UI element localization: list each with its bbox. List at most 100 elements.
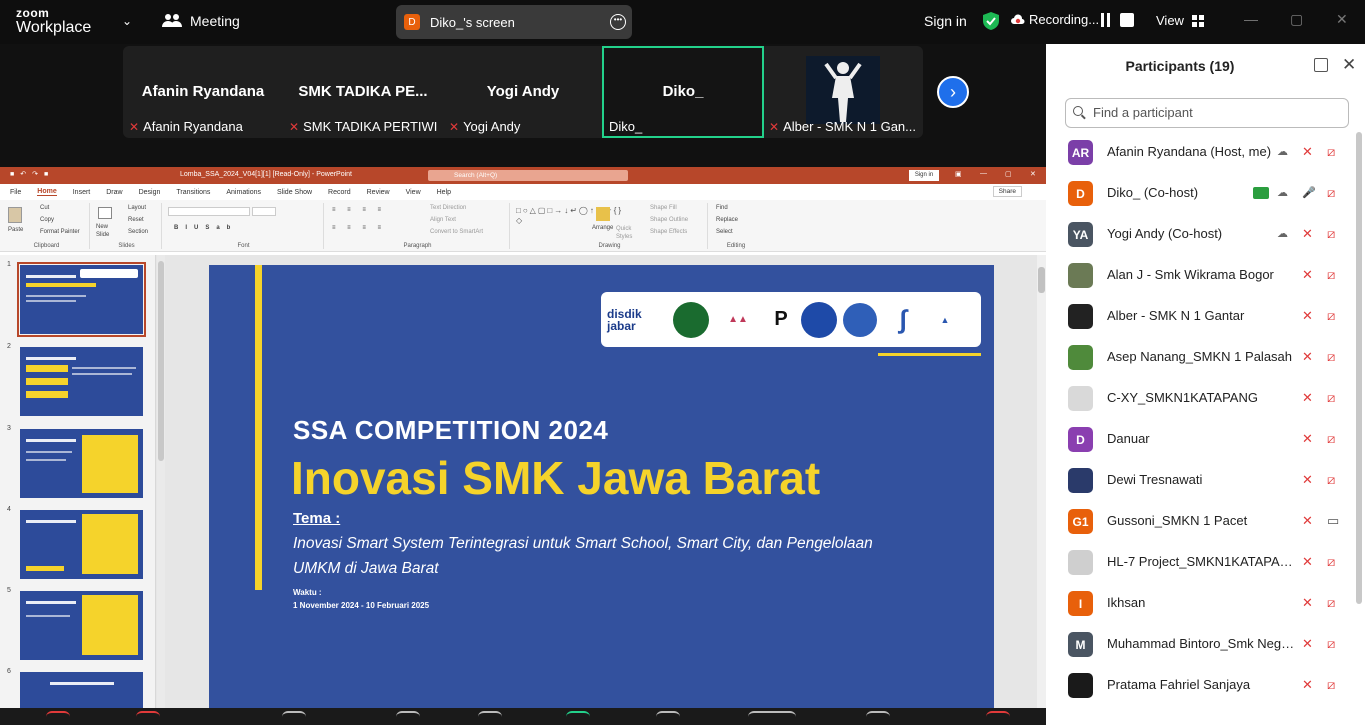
video-tile[interactable]: ✕ Alber - SMK N 1 Gan...: [763, 46, 923, 138]
paste-icon[interactable]: [8, 207, 22, 223]
video-tile[interactable]: Afanin Ryandana ✕ Afanin Ryandana: [123, 46, 283, 138]
slide-thumbnail[interactable]: [20, 429, 143, 498]
font-format-icons[interactable]: BIUSab: [174, 225, 237, 231]
cut-button[interactable]: Cut: [40, 205, 49, 211]
muted-microphone-icon[interactable]: ✕: [1302, 636, 1313, 652]
security-icon[interactable]: [282, 711, 306, 725]
ppt-share-button[interactable]: Share: [992, 186, 1022, 197]
shape-effects-button[interactable]: Shape Effects: [650, 229, 687, 235]
layout-button[interactable]: Layout: [128, 205, 146, 211]
recording-indicator[interactable]: Recording...: [1011, 12, 1099, 27]
participant-row[interactable]: Dewi Tresnawati ✕ ⧄: [1046, 460, 1356, 501]
tab-slide-show[interactable]: Slide Show: [277, 189, 312, 196]
tab-transitions[interactable]: Transitions: [176, 189, 210, 196]
list-icons[interactable]: ≡ ≡ ≡ ≡: [332, 207, 386, 213]
section-button[interactable]: Section: [128, 229, 148, 235]
ppt-close-icon[interactable]: ✕: [1030, 170, 1036, 178]
tab-draw[interactable]: Draw: [106, 189, 122, 196]
new-slide-button[interactable]: New Slide: [96, 223, 120, 239]
video-camera-icon[interactable]: ▭: [1327, 513, 1339, 529]
video-off-icon[interactable]: ⧄: [1327, 431, 1335, 447]
participant-row[interactable]: M Muhammad Bintoro_Smk Negeri... ✕ ⧄: [1046, 624, 1356, 665]
slide-thumbnail[interactable]: [20, 672, 143, 708]
copy-button[interactable]: Copy: [40, 217, 54, 223]
end-meeting-icon[interactable]: [986, 711, 1010, 725]
reset-button[interactable]: Reset: [128, 217, 144, 223]
pause-recording-icon[interactable]: [1099, 13, 1113, 27]
video-off-icon[interactable]: ⧄: [1327, 349, 1335, 365]
participant-row[interactable]: Asep Nanang_SMKN 1 Palasah ✕ ⧄: [1046, 337, 1356, 378]
muted-microphone-icon[interactable]: ✕: [1302, 144, 1313, 160]
shield-icon[interactable]: [982, 11, 1000, 31]
meeting-menu[interactable]: Meeting: [162, 13, 240, 29]
participant-row[interactable]: D Diko_ (Co-host) ☁ 🎤 ⧄: [1046, 173, 1356, 214]
muted-microphone-icon[interactable]: ✕: [1302, 226, 1313, 242]
select-button[interactable]: Select: [716, 229, 733, 235]
tab-design[interactable]: Design: [139, 189, 161, 196]
participant-row[interactable]: D Danuar ✕ ⧄: [1046, 419, 1356, 460]
participant-search-input[interactable]: Find a participant: [1065, 98, 1349, 128]
video-tile[interactable]: SMK TADIKA PE... ✕ SMK TADIKA PERTIWI: [283, 46, 443, 138]
muted-microphone-icon[interactable]: ✕: [1302, 267, 1313, 283]
zoom-workplace-logo[interactable]: zoom Workplace: [16, 7, 91, 36]
align-text-button[interactable]: Align Text: [430, 217, 456, 223]
muted-microphone-icon[interactable]: ✕: [1302, 595, 1313, 611]
video-off-icon[interactable]: ⧄: [1327, 390, 1335, 406]
muted-microphone-icon[interactable]: ✕: [1302, 554, 1313, 570]
font-family-select[interactable]: [168, 207, 250, 216]
chevron-down-icon[interactable]: ⌄: [122, 14, 132, 28]
participants-toolbar-icon[interactable]: [396, 711, 420, 725]
paste-button[interactable]: Paste: [8, 227, 23, 233]
participant-row[interactable]: Alber - SMK N 1 Gantar ✕ ⧄: [1046, 296, 1356, 337]
ppt-maximize-icon[interactable]: ▢: [1005, 170, 1012, 178]
muted-microphone-icon[interactable]: ✕: [1302, 308, 1313, 324]
video-off-icon[interactable]: ⧄: [1327, 554, 1335, 570]
video-off-icon[interactable]: ⧄: [1327, 472, 1335, 488]
quick-styles-button[interactable]: Quick Styles: [616, 225, 638, 241]
ppt-minimize-icon[interactable]: —: [980, 170, 987, 177]
apps-icon[interactable]: [748, 711, 796, 725]
record-icon[interactable]: [656, 711, 680, 725]
more-icon[interactable]: [866, 711, 890, 725]
maximize-icon[interactable]: ▢: [1290, 11, 1303, 28]
shape-fill-button[interactable]: Shape Fill: [650, 205, 677, 211]
stop-recording-icon[interactable]: [1120, 13, 1134, 27]
tab-view[interactable]: View: [406, 189, 421, 196]
font-size-select[interactable]: [252, 207, 276, 216]
align-icons[interactable]: ≡ ≡ ≡ ≡: [332, 225, 386, 231]
arrange-icon[interactable]: [596, 207, 610, 221]
tab-insert[interactable]: Insert: [73, 189, 91, 196]
more-options-icon[interactable]: •••: [610, 14, 626, 30]
thumbnail-scrollbar[interactable]: [157, 255, 165, 708]
slide-thumbnail[interactable]: [20, 347, 143, 416]
slide-thumbnail[interactable]: [17, 262, 146, 337]
pop-out-icon[interactable]: [1314, 58, 1328, 72]
video-off-icon[interactable]: ⧄: [1327, 267, 1335, 283]
shape-outline-button[interactable]: Shape Outline: [650, 217, 688, 223]
new-slide-icon[interactable]: [98, 207, 112, 219]
participant-row[interactable]: I Ikhsan ✕ ⧄: [1046, 583, 1356, 624]
video-off-icon[interactable]: ⧄: [1327, 144, 1335, 160]
video-off-icon[interactable]: ⧄: [1327, 636, 1335, 652]
video-tile-active-speaker[interactable]: Diko_ Diko_: [602, 46, 764, 138]
tab-record[interactable]: Record: [328, 189, 351, 196]
tab-review[interactable]: Review: [367, 189, 390, 196]
video-off-icon[interactable]: ⧄: [1327, 226, 1335, 242]
slide-thumbnail[interactable]: [20, 510, 143, 579]
tab-help[interactable]: Help: [437, 189, 451, 196]
stop-video-icon[interactable]: [136, 711, 160, 725]
participant-row[interactable]: Alan J - Smk Wikrama Bogor ✕ ⧄: [1046, 255, 1356, 296]
ppt-signin-button[interactable]: Sign in: [909, 170, 939, 181]
tab-file[interactable]: File: [10, 189, 21, 196]
participant-row[interactable]: Pratama Fahriel Sanjaya ✕ ⧄: [1046, 665, 1356, 706]
participant-row[interactable]: YA Yogi Andy (Co-host) ☁ ✕ ⧄: [1046, 214, 1356, 255]
quick-access-icons[interactable]: ■↶↷■: [10, 170, 70, 180]
slide-thumbnail[interactable]: [20, 591, 143, 660]
find-button[interactable]: Find: [716, 205, 728, 211]
ribbon-display-icon[interactable]: ▣: [955, 170, 962, 178]
participant-row[interactable]: HL-7 Project_SMKN1KATAPANG ✕ ⧄: [1046, 542, 1356, 583]
tab-animations[interactable]: Animations: [226, 189, 261, 196]
participant-row[interactable]: C-XY_SMKN1KATAPANG ✕ ⧄: [1046, 378, 1356, 419]
text-direction-button[interactable]: Text Direction: [430, 205, 466, 211]
participant-row[interactable]: AR Afanin Ryandana (Host, me) ☁ ✕ ⧄: [1046, 132, 1356, 173]
